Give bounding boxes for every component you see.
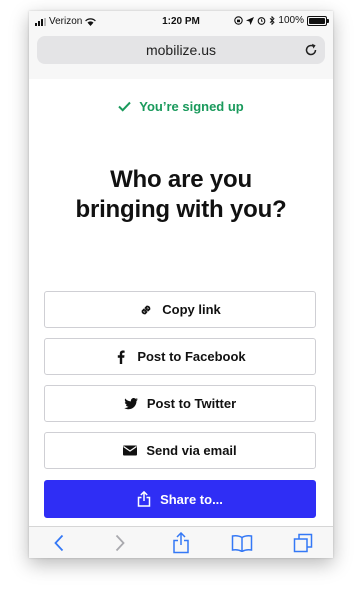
share-icon (137, 491, 151, 507)
tabs-icon (293, 533, 312, 552)
heading-line-1: Who are you (110, 166, 252, 193)
copy-link-button[interactable]: Copy link (44, 291, 316, 328)
forward-button[interactable] (106, 532, 134, 554)
envelope-icon (123, 444, 138, 458)
browser-address-bar: mobilize.us (29, 33, 333, 79)
phone-screen: Verizon 1:20 PM 100% mobilize.us You’re … (29, 11, 333, 558)
status-bar: Verizon 1:20 PM 100% (29, 11, 333, 33)
back-button[interactable] (45, 532, 73, 554)
twitter-icon (124, 397, 138, 411)
bookmarks-icon (231, 534, 253, 552)
signed-up-banner: You’re signed up (29, 99, 333, 114)
share-to-button[interactable]: Share to... (44, 480, 316, 518)
page-title: Who are you bringing with you? (29, 165, 333, 225)
battery-percent: 100% (278, 15, 304, 26)
safari-toolbar (29, 526, 333, 558)
post-to-facebook-button[interactable]: Post to Facebook (44, 338, 316, 375)
heading-line-2: bringing with you? (75, 196, 287, 223)
battery-fill (309, 17, 325, 24)
copy-link-label: Copy link (162, 302, 221, 317)
signed-up-text: You’re signed up (139, 99, 244, 114)
twitter-label: Post to Twitter (146, 396, 237, 411)
forward-icon (116, 534, 125, 551)
checkmark-icon (118, 101, 131, 112)
battery-icon (307, 15, 329, 26)
share-to-label: Share to... (160, 491, 223, 507)
facebook-icon (114, 350, 128, 364)
share-button[interactable] (167, 531, 195, 554)
bluetooth-icon (270, 16, 276, 25)
tabs-button[interactable] (289, 532, 317, 554)
link-icon (139, 303, 153, 317)
back-icon (54, 534, 64, 551)
alarm-icon (258, 17, 266, 25)
lock-rotation-icon (234, 16, 244, 25)
share-icon (173, 531, 189, 553)
url-text: mobilize.us (145, 42, 217, 58)
bookmarks-button[interactable] (228, 532, 256, 554)
location-icon (246, 16, 255, 25)
email-label: Send via email (146, 443, 237, 458)
status-right: 100% (234, 15, 329, 26)
reload-icon[interactable] (303, 42, 319, 58)
send-via-email-button[interactable]: Send via email (44, 432, 316, 469)
post-to-twitter-button[interactable]: Post to Twitter (44, 385, 316, 422)
url-field[interactable]: mobilize.us (37, 36, 325, 64)
facebook-label: Post to Facebook (137, 349, 246, 364)
page-content: You’re signed up Who are you bringing wi… (29, 79, 333, 527)
